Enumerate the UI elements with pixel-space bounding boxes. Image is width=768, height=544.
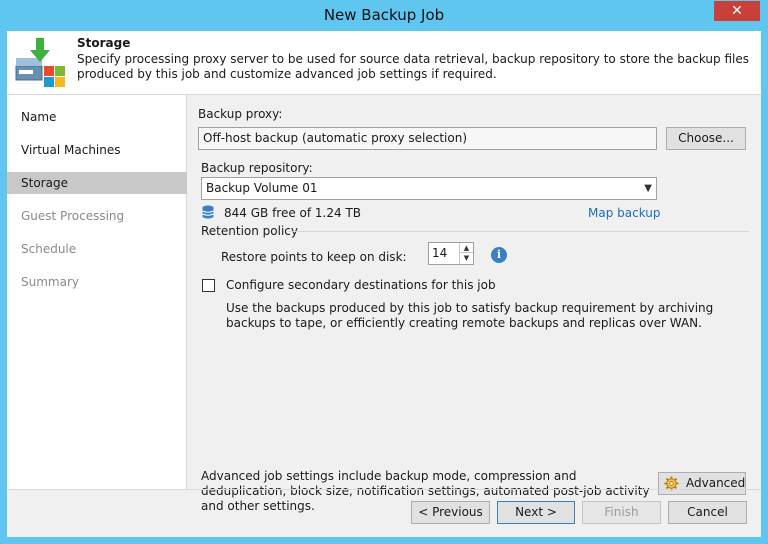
stepper-up-icon[interactable]: ▲ [460, 243, 473, 253]
previous-button[interactable]: < Previous [411, 501, 490, 524]
wizard-steps-sidebar: Name Virtual Machines Storage Guest Proc… [7, 95, 187, 489]
backup-proxy-label: Backup proxy: [198, 107, 283, 121]
finish-button: Finish [582, 501, 661, 524]
close-button[interactable]: ✕ [714, 1, 760, 21]
sidebar-item-name[interactable]: Name [7, 106, 187, 128]
info-icon[interactable]: i [491, 247, 507, 263]
header-description: Specify processing proxy server to be us… [77, 52, 749, 81]
title-bar[interactable]: New Backup Job ✕ [0, 0, 768, 31]
sidebar-item-guest-processing: Guest Processing [21, 209, 125, 223]
advanced-button-label: Advanced [686, 476, 746, 490]
cancel-button[interactable]: Cancel [668, 501, 747, 524]
window-title: New Backup Job [323, 6, 445, 24]
close-icon: ✕ [731, 3, 743, 19]
map-backup-link[interactable]: Map backup [588, 206, 661, 220]
sidebar-item-virtual-machines[interactable]: Virtual Machines [7, 139, 187, 161]
backup-proxy-field[interactable]: Off-host backup (automatic proxy selecti… [198, 127, 657, 150]
wizard-window: New Backup Job ✕ Storage Specify process… [0, 0, 768, 544]
next-button[interactable]: Next > [497, 501, 575, 524]
stepper-down-icon[interactable]: ▼ [460, 253, 473, 263]
secondary-destinations-checkbox[interactable] [202, 279, 215, 292]
advanced-button[interactable]: Advanced [658, 472, 746, 495]
database-icon [202, 205, 214, 219]
backup-repository-label: Backup repository: [201, 161, 313, 175]
restore-points-stepper[interactable]: 14 ▲ ▼ [428, 242, 474, 265]
secondary-destinations-label[interactable]: Configure secondary destinations for thi… [226, 278, 496, 292]
sidebar-item-summary: Summary [21, 275, 79, 289]
sidebar-item-storage[interactable]: Storage [7, 172, 187, 194]
choose-proxy-button[interactable]: Choose... [666, 127, 746, 150]
stepper-buttons: ▲ ▼ [459, 243, 473, 264]
retention-policy-divider [288, 231, 749, 232]
restore-points-value: 14 [432, 246, 448, 260]
free-space-text: 844 GB free of 1.24 TB [224, 206, 362, 220]
wizard-header: Storage Specify processing proxy server … [7, 31, 761, 95]
backup-repository-select[interactable]: Backup Volume 01 ▼ [201, 177, 657, 200]
storage-settings-panel: Backup proxy: Off-host backup (automatic… [188, 95, 761, 513]
retention-policy-label: Retention policy [201, 224, 299, 238]
footer-divider [7, 489, 761, 490]
chevron-down-icon: ▼ [644, 183, 652, 194]
backup-repository-value: Backup Volume 01 [206, 181, 318, 195]
sidebar-item-schedule: Schedule [21, 242, 77, 256]
backup-job-storage-icon [15, 38, 65, 87]
header-title: Storage [77, 36, 131, 50]
wizard-client-area: Storage Specify processing proxy server … [7, 31, 761, 537]
secondary-destinations-description: Use the backups produced by this job to … [226, 301, 714, 330]
restore-points-label: Restore points to keep on disk: [221, 250, 407, 264]
